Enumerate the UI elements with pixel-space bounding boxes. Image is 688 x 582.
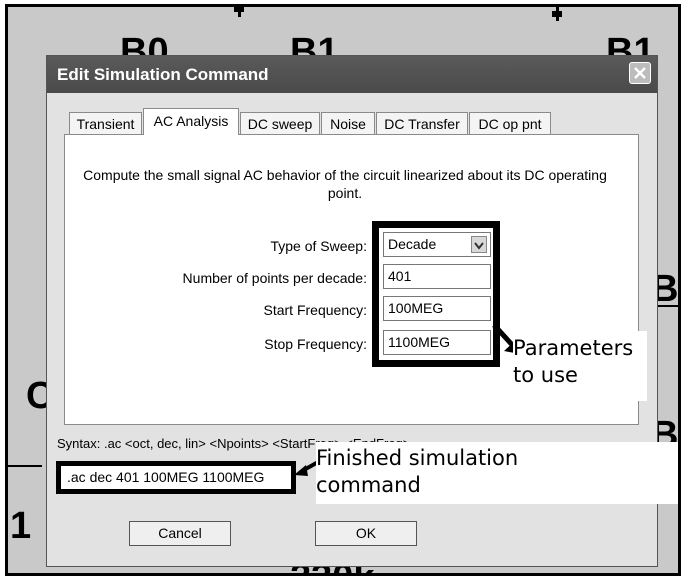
dialog-title: Edit Simulation Command bbox=[57, 65, 269, 84]
tab-dc-sweep[interactable]: DC sweep bbox=[240, 112, 320, 134]
parameters-callout-line2: to use bbox=[513, 363, 578, 387]
tab-noise[interactable]: Noise bbox=[321, 112, 375, 134]
schematic-wire bbox=[552, 11, 562, 17]
tab-dc-op-pnt[interactable]: DC op pnt bbox=[469, 112, 551, 134]
schematic-label: 1 bbox=[10, 505, 32, 547]
start-frequency-label: Start Frequency: bbox=[263, 302, 368, 318]
command-callout: Finished simulation command bbox=[316, 442, 678, 504]
points-per-decade-label: Number of points per decade: bbox=[182, 270, 367, 286]
parameters-callout-line1: Parameters bbox=[513, 336, 634, 360]
close-icon bbox=[634, 67, 646, 79]
parameters-highlight-box bbox=[372, 221, 500, 367]
schematic-canvas: B0 B1 B1 B B C 1 230k Edit Simulation Co… bbox=[5, 4, 681, 576]
command-callout-line1: Finished simulation bbox=[316, 446, 519, 470]
cancel-button[interactable]: Cancel bbox=[129, 521, 231, 546]
tab-transient[interactable]: Transient bbox=[69, 112, 142, 134]
parameters-callout: Parameters to use bbox=[513, 331, 647, 401]
command-callout-line2: command bbox=[316, 473, 421, 497]
dialog-titlebar[interactable]: Edit Simulation Command bbox=[47, 56, 657, 93]
schematic-wire bbox=[8, 465, 42, 467]
tab-ac-analysis[interactable]: AC Analysis bbox=[143, 108, 239, 135]
type-of-sweep-label: Type of Sweep: bbox=[270, 238, 367, 254]
close-button[interactable] bbox=[629, 62, 651, 84]
ok-button[interactable]: OK bbox=[315, 521, 417, 546]
schematic-wire bbox=[234, 7, 244, 12]
tab-dc-transfer[interactable]: DC Transfer bbox=[376, 112, 468, 134]
simulation-command-field[interactable]: .ac dec 401 100MEG 1100MEG bbox=[56, 461, 296, 494]
analysis-description: Compute the small signal AC behavior of … bbox=[83, 167, 607, 201]
stop-frequency-label: Stop Frequency: bbox=[264, 336, 367, 352]
